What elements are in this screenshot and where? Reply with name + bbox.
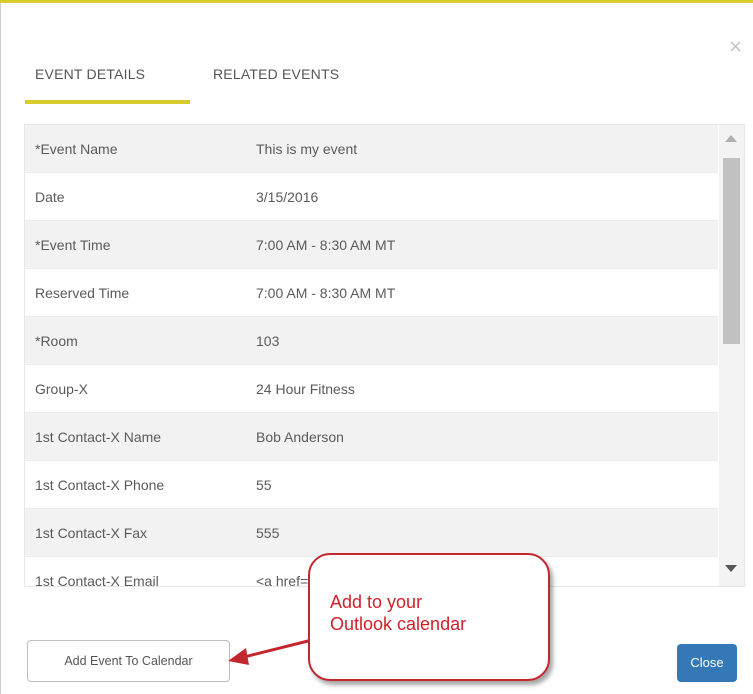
row-label: Reserved Time <box>25 268 245 317</box>
annotation-callout: Add to your Outlook calendar <box>308 553 550 681</box>
row-value: 555 <box>245 508 718 557</box>
scrollbar-thumb[interactable] <box>723 158 740 344</box>
tab-related-events-label: RELATED EVENTS <box>213 66 340 82</box>
close-button[interactable]: Close <box>677 644 737 682</box>
scroll-down-arrow-icon[interactable] <box>725 565 737 572</box>
table-row: Date 3/15/2016 <box>25 172 718 221</box>
annotation-arrow-head <box>228 648 249 665</box>
row-value: 24 Hour Fitness <box>245 364 718 413</box>
annotation-arrow-line <box>239 638 313 660</box>
tab-event-details[interactable]: EVENT DETAILS <box>25 60 190 104</box>
table-row: 1st Contact-X Phone 55 <box>25 460 718 509</box>
event-details-table-container[interactable]: *Event Name This is my event Date 3/15/2016… <box>24 124 745 587</box>
modal-left-edge <box>0 3 1 694</box>
row-value: 7:00 AM - 8:30 AM MT <box>245 268 718 317</box>
row-value: Bob Anderson <box>245 412 718 461</box>
row-label: *Room <box>25 316 245 365</box>
row-label: *Event Name <box>25 125 245 173</box>
row-value: 7:00 AM - 8:30 AM MT <box>245 220 718 269</box>
row-label: 1st Contact-X Phone <box>25 460 245 509</box>
table-row: *Event Name This is my event <box>25 125 718 173</box>
row-label: Group-X <box>25 364 245 413</box>
close-icon[interactable]: × <box>728 36 743 57</box>
callout-line-1: Add to your <box>330 592 423 612</box>
add-event-to-calendar-button[interactable]: Add Event To Calendar <box>27 640 230 682</box>
table-row: 1st Contact-X Fax 555 <box>25 508 718 557</box>
row-label: 1st Contact-X Fax <box>25 508 245 557</box>
row-value: 55 <box>245 460 718 509</box>
tab-event-details-label: EVENT DETAILS <box>35 66 146 82</box>
scroll-up-arrow-icon[interactable] <box>725 135 737 142</box>
row-label: 1st Contact-X Email <box>25 556 245 586</box>
row-label: Date <box>25 172 245 221</box>
event-details-table: *Event Name This is my event Date 3/15/2016… <box>25 125 718 586</box>
table-row: *Event Time 7:00 AM - 8:30 AM MT <box>25 220 718 269</box>
vertical-scrollbar[interactable] <box>719 125 744 586</box>
callout-text: Add to your Outlook calendar <box>330 591 530 635</box>
modal-top-accent-bar <box>0 0 753 3</box>
row-value: 103 <box>245 316 718 365</box>
table-row: Reserved Time 7:00 AM - 8:30 AM MT <box>25 268 718 317</box>
row-label: 1st Contact-X Name <box>25 412 245 461</box>
table-row: *Room 103 <box>25 316 718 365</box>
table-row: 1st Contact-X Name Bob Anderson <box>25 412 718 461</box>
row-value: This is my event <box>245 125 718 173</box>
callout-line-2: Outlook calendar <box>330 614 467 634</box>
table-row: Group-X 24 Hour Fitness <box>25 364 718 413</box>
row-label: *Event Time <box>25 220 245 269</box>
row-value: 3/15/2016 <box>245 172 718 221</box>
tab-related-events[interactable]: RELATED EVENTS <box>213 60 373 100</box>
